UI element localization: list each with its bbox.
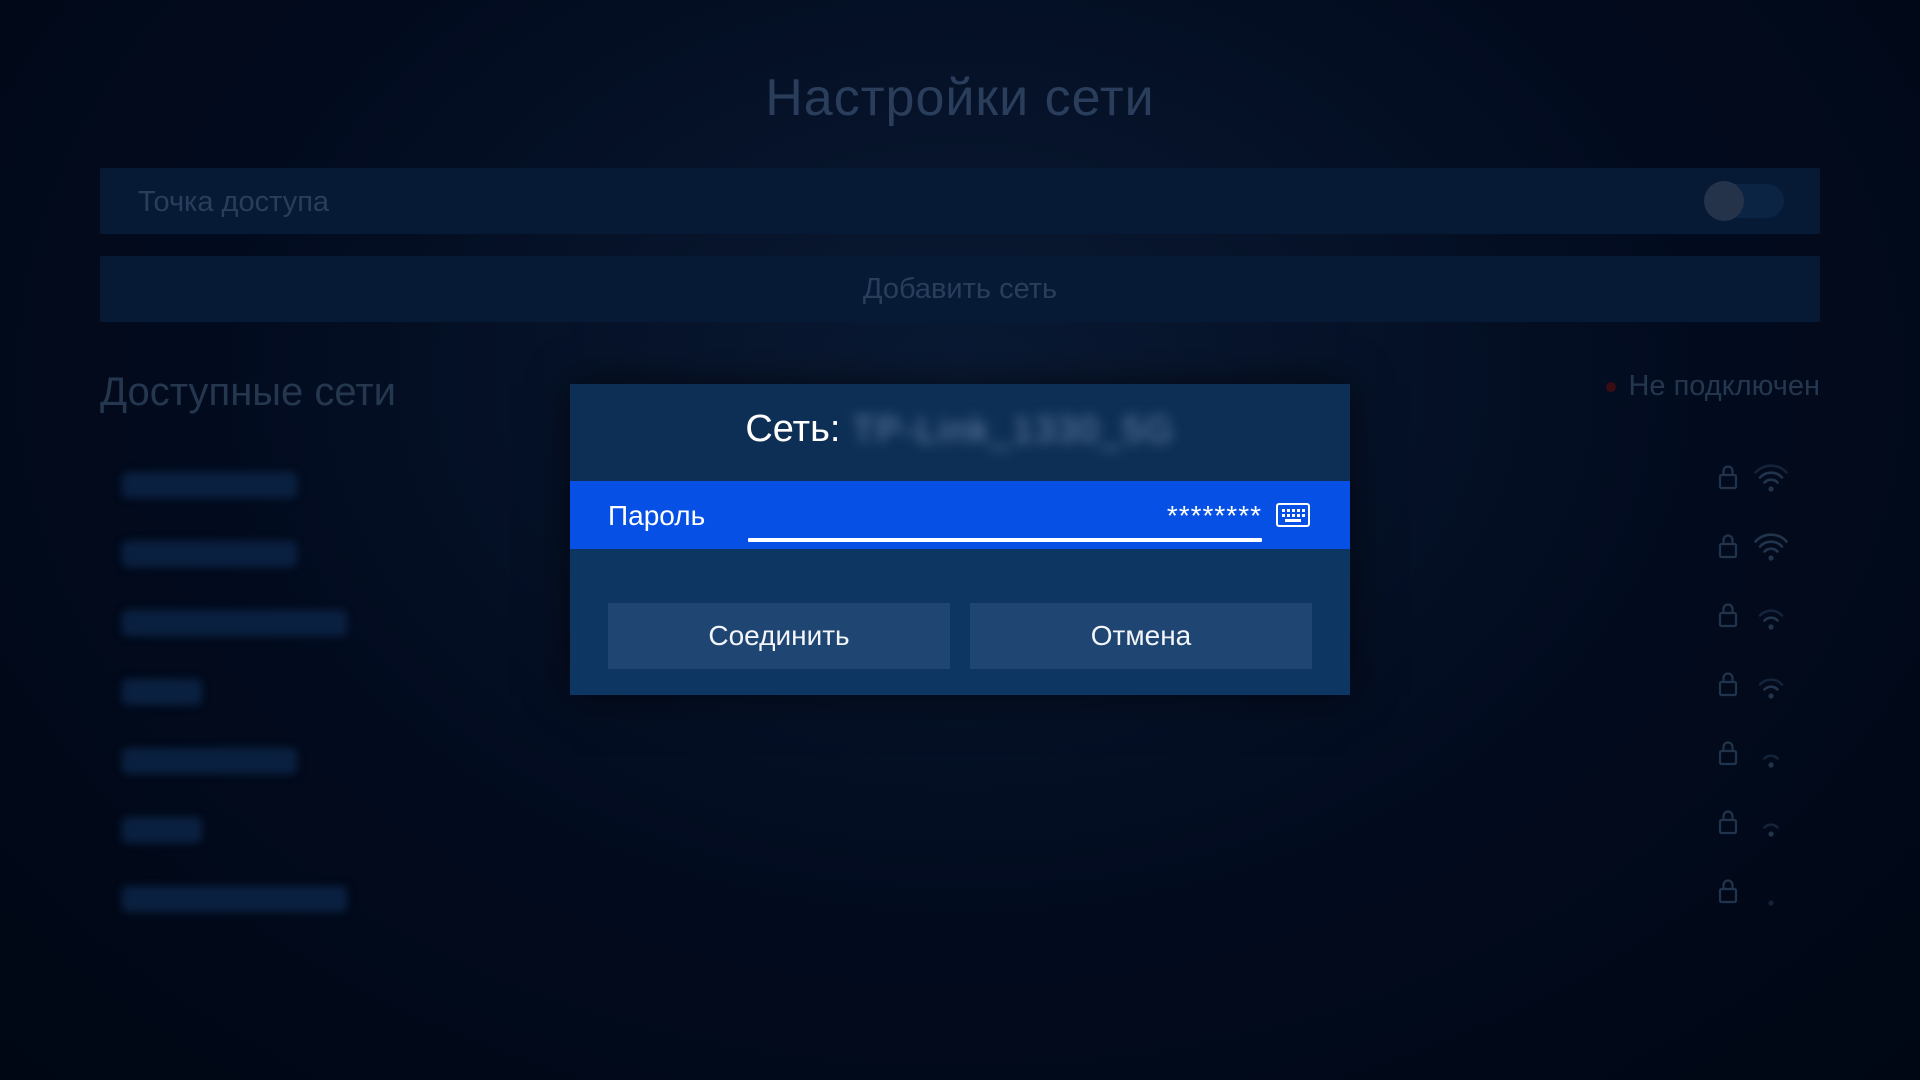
network-name-obscured [122,610,347,636]
add-network-button[interactable]: Добавить сеть [100,256,1820,322]
dialog-header: Сеть: TP-Link_1330_5G [570,384,1350,481]
network-name-obscured [122,817,202,843]
hotspot-row[interactable]: Точка доступа [100,168,1820,234]
cancel-button[interactable]: Отмена [970,603,1312,669]
wifi-signal-1-icon [1763,823,1779,837]
wifi-signal-4-icon [1754,533,1788,561]
network-list-item[interactable] [100,726,1820,795]
network-name-obscured [122,679,202,705]
hotspot-toggle[interactable] [1704,181,1784,221]
lock-icon [1718,465,1738,490]
lock-icon [1718,810,1738,835]
network-label: Сеть: [745,408,841,450]
connection-status: Не подключен [1606,370,1820,403]
lock-icon [1718,534,1738,559]
lock-icon [1718,603,1738,628]
wifi-signal-2-icon [1758,678,1784,699]
wifi-password-dialog: Сеть: TP-Link_1330_5G Пароль ******** Со… [570,384,1350,695]
connection-status-text: Не подключен [1628,370,1820,402]
network-name-obscured [122,886,347,912]
network-name-obscured [122,541,297,567]
hotspot-label: Точка доступа [138,186,330,218]
wifi-signal-2-icon [1758,609,1784,630]
wifi-signal-0-icon [1768,900,1774,906]
wifi-signal-1-icon [1763,754,1779,768]
available-networks-title: Доступные сети [100,370,396,414]
password-field-row[interactable]: Пароль ******** [570,481,1350,549]
toggle-knob [1704,181,1744,221]
add-network-label: Добавить сеть [862,273,1058,305]
keyboard-icon[interactable] [1276,503,1310,527]
password-input[interactable]: ******** [1167,500,1262,532]
lock-icon [1718,741,1738,766]
password-input-underline [748,538,1262,542]
network-name-obscured [122,472,297,498]
wifi-signal-3-icon [1754,464,1788,492]
status-dot-icon [1606,381,1617,392]
connect-button[interactable]: Соединить [608,603,950,669]
network-name-obscured [122,748,297,774]
page-title: Настройки сети [765,69,1155,127]
password-label: Пароль [608,500,706,531]
lock-icon [1718,879,1738,904]
network-list-item[interactable] [100,864,1820,933]
dialog-title: Сеть: TP-Link_1330_5G [570,408,1350,451]
lock-icon [1718,672,1738,697]
network-list-item[interactable] [100,795,1820,864]
network-ssid: TP-Link_1330_5G [852,408,1175,450]
